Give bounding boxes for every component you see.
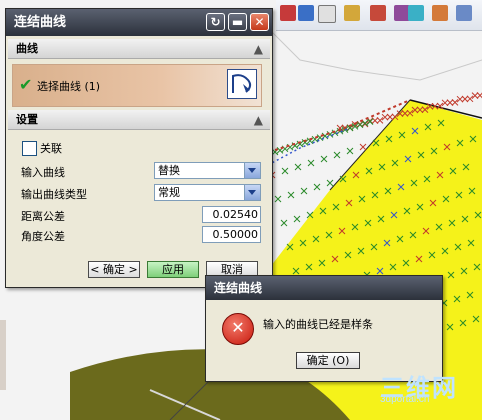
watermark-url: 3dportal.cn	[380, 394, 430, 405]
close-icon: ✕	[254, 15, 265, 29]
angle-tolerance-label: 角度公差	[21, 230, 65, 243]
chevron-up-icon: ▲	[253, 113, 263, 127]
reset-button[interactable]: ↻	[206, 13, 225, 31]
ok-button[interactable]: < 确定 >	[88, 261, 140, 278]
chevron-down-icon[interactable]	[244, 185, 260, 200]
settings-section-label: 设置	[16, 113, 38, 126]
curve-icon	[232, 74, 252, 93]
check-icon: ✔	[19, 75, 33, 94]
message-title: 连结曲线	[206, 276, 442, 300]
curve-section-header[interactable]: 曲线 ▲	[8, 39, 270, 59]
distance-tolerance-input[interactable]: 0.02540	[202, 206, 261, 223]
join-curve-dialog: 连结曲线 ↻ ▬ ✕ 曲线 ▲ ✔ 选择曲线 (1) 设置 ▲ 关联 输入曲线 …	[5, 8, 273, 288]
output-type-label: 输出曲线类型	[21, 188, 87, 201]
chevron-down-icon[interactable]	[244, 163, 260, 178]
distance-tolerance-label: 距离公差	[21, 210, 65, 223]
error-icon	[222, 313, 254, 345]
close-button[interactable]: ✕	[250, 13, 269, 31]
associative-checkbox[interactable]	[22, 141, 37, 156]
toolbar-tool-icon[interactable]	[456, 5, 472, 21]
associative-label: 关联	[40, 142, 62, 155]
angle-tolerance-input[interactable]: 0.50000	[202, 226, 261, 243]
message-dialog: 连结曲线 输入的曲线已经是样条 确定 (O)	[205, 275, 443, 382]
message-text: 输入的曲线已经是样条	[263, 318, 373, 331]
reset-icon: ↻	[210, 15, 221, 29]
minimize-button[interactable]: ▬	[228, 13, 247, 31]
message-ok-button[interactable]: 确定 (O)	[296, 352, 360, 369]
select-curve-label: 选择曲线 (1)	[37, 80, 101, 93]
input-curve-value: 替换	[158, 164, 180, 177]
toolbar-tool-icon[interactable]	[432, 5, 448, 21]
output-type-select[interactable]: 常规	[154, 184, 261, 201]
toolbar-tool-icon[interactable]	[344, 5, 360, 21]
settings-section-header[interactable]: 设置 ▲	[8, 110, 270, 130]
minimize-icon: ▬	[231, 15, 244, 29]
apply-button[interactable]: 应用	[147, 261, 199, 278]
toolbar-tool-icon[interactable]	[318, 5, 336, 23]
chevron-up-icon: ▲	[253, 42, 263, 56]
toolbar-tool-icon[interactable]	[408, 5, 424, 21]
curve-section-label: 曲线	[16, 42, 38, 55]
select-curve-row[interactable]: ✔ 选择曲线 (1)	[12, 64, 262, 107]
select-curve-button[interactable]	[227, 69, 257, 99]
toolbar-tool-icon[interactable]	[280, 5, 296, 21]
toolbar-tool-icon[interactable]	[370, 5, 386, 21]
watermark: 三维网 3dportal.cn	[380, 368, 458, 405]
output-type-value: 常规	[158, 186, 180, 199]
toolbar-tool-icon[interactable]	[298, 5, 314, 21]
top-toolbar	[276, 0, 482, 31]
input-curve-label: 输入曲线	[21, 166, 65, 179]
input-curve-select[interactable]: 替换	[154, 162, 261, 179]
